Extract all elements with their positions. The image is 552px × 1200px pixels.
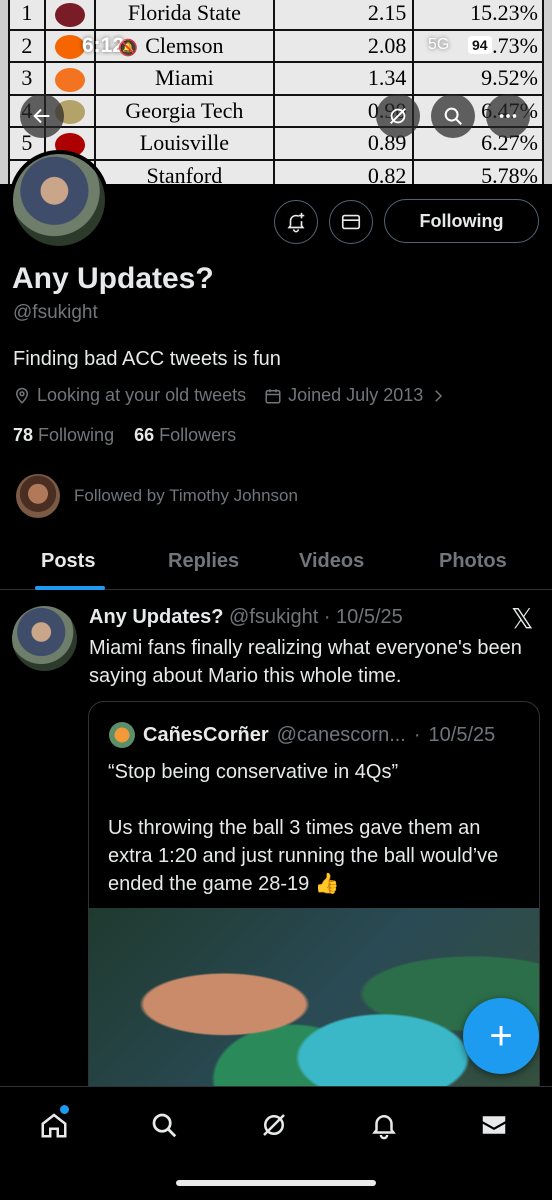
logo-cell bbox=[43, 0, 96, 31]
rank-cell: 3 bbox=[8, 61, 46, 96]
home-icon bbox=[41, 1113, 67, 1138]
nav-messages[interactable] bbox=[474, 1105, 514, 1145]
dot-separator: · bbox=[318, 606, 337, 628]
followers-label: Followers bbox=[159, 425, 237, 445]
quote-text: “Stop being conservative in 4Qs” Us thro… bbox=[108, 761, 499, 895]
nav-search[interactable] bbox=[144, 1105, 184, 1145]
followers-link[interactable]: 66 Followers bbox=[134, 425, 236, 445]
following-count: 78 bbox=[13, 425, 34, 445]
profile-stats: 78 Following 66 Followers bbox=[13, 425, 236, 446]
more-dots-icon bbox=[499, 114, 517, 118]
home-notification-dot bbox=[60, 1105, 69, 1114]
tab-posts[interactable]: Posts bbox=[41, 550, 95, 573]
network-indicator: 5G bbox=[428, 36, 450, 53]
tab-replies[interactable]: Replies bbox=[168, 550, 239, 573]
bell-plus-icon bbox=[287, 212, 305, 233]
tab-videos[interactable]: Videos bbox=[299, 550, 364, 573]
profile-tabs: Posts Replies Videos Photos bbox=[0, 538, 552, 590]
x-logo-icon: 𝕏 bbox=[511, 603, 534, 634]
search-icon bbox=[152, 1113, 177, 1138]
search-icon bbox=[444, 107, 462, 125]
quote-header: CañesCorñer @canescorn... · 10/5/25 bbox=[109, 722, 495, 748]
chevron-right-icon[interactable] bbox=[429, 387, 447, 405]
profile-meta: Looking at your old tweets Joined July 2… bbox=[13, 385, 447, 406]
follower-avatar bbox=[16, 474, 60, 518]
profile-name: Any Updates? bbox=[12, 262, 214, 295]
calendar-icon bbox=[265, 388, 281, 403]
profile-joined: Joined July 2013 bbox=[288, 385, 424, 405]
school-cell: Louisville bbox=[93, 126, 276, 161]
ranking-table: 1 Florida State 2.15 15.23% 2 Clemson 2.08 14.7… bbox=[8, 0, 544, 184]
post-author-name[interactable]: Any Updates? bbox=[89, 606, 223, 628]
message-button[interactable] bbox=[329, 200, 373, 244]
following-label: Following bbox=[38, 425, 115, 445]
following-link[interactable]: 78 Following bbox=[13, 425, 114, 445]
rank-cell: 1 bbox=[8, 0, 46, 31]
fsu-seminole-logo bbox=[54, 2, 85, 27]
back-button[interactable] bbox=[20, 94, 64, 138]
percent-cell: 6.27% bbox=[412, 126, 544, 161]
status-bar: 6:12 🔕 5G 94 bbox=[0, 30, 552, 64]
school-cell: Florida State bbox=[93, 0, 276, 31]
envelope-icon bbox=[482, 1116, 506, 1134]
percent-cell: 5.78% bbox=[412, 158, 544, 184]
value-cell: 2.15 bbox=[273, 0, 415, 31]
battery-indicator: 94 bbox=[468, 36, 492, 54]
following-button[interactable]: Following bbox=[384, 199, 539, 243]
profile-handle: @fsukight bbox=[13, 302, 98, 323]
grok-icon bbox=[263, 1114, 285, 1136]
grok-icon bbox=[390, 108, 406, 124]
active-tab-indicator bbox=[35, 586, 105, 590]
post-date[interactable]: 10/5/25 bbox=[336, 606, 403, 628]
location-pin-icon bbox=[15, 387, 29, 404]
table-row: 1 Florida State 2.15 15.23% bbox=[8, 0, 544, 31]
more-button[interactable] bbox=[486, 94, 530, 138]
muted-bell-icon: 🔕 bbox=[118, 40, 138, 57]
school-cell: Georgia Tech bbox=[93, 93, 276, 128]
nav-grok[interactable] bbox=[254, 1105, 294, 1145]
followed-by[interactable]: Followed by Timothy Johnson bbox=[16, 474, 298, 518]
followed-by-text: Followed by Timothy Johnson bbox=[74, 486, 298, 505]
post-text: Miami fans finally realizing what everyo… bbox=[89, 637, 522, 687]
value-cell: 1.34 bbox=[273, 61, 415, 96]
profile-avatar[interactable] bbox=[9, 150, 109, 250]
percent-cell: 9.52% bbox=[412, 61, 544, 96]
table-row: 3 Miami 1.34 9.52% bbox=[8, 61, 544, 96]
nav-notifications[interactable] bbox=[364, 1105, 404, 1145]
quote-author-handle: @canescorn... bbox=[276, 723, 406, 746]
envelope-icon bbox=[341, 214, 361, 230]
back-arrow-icon bbox=[33, 108, 50, 124]
dot-separator: · bbox=[413, 723, 421, 746]
post-header: Any Updates? @fsukight · 10/5/25 bbox=[89, 606, 403, 629]
bell-icon bbox=[372, 1115, 396, 1140]
compose-button[interactable]: + bbox=[463, 998, 539, 1074]
quote-date: 10/5/25 bbox=[428, 723, 496, 746]
grok-button[interactable] bbox=[376, 94, 420, 138]
profile-bio: Finding bad ACC tweets is fun bbox=[13, 348, 281, 370]
search-button[interactable] bbox=[431, 94, 475, 138]
followers-count: 66 bbox=[134, 425, 155, 445]
home-indicator[interactable] bbox=[176, 1180, 376, 1186]
quote-author-name: CañesCorñer bbox=[143, 723, 269, 746]
profile-location: Looking at your old tweets bbox=[37, 385, 247, 405]
miami-u-logo bbox=[54, 67, 85, 92]
school-cell: Miami bbox=[93, 61, 276, 96]
tab-photos[interactable]: Photos bbox=[439, 550, 507, 573]
school-cell: Stanford bbox=[93, 158, 276, 184]
value-cell: 0.82 bbox=[273, 158, 415, 184]
quote-author-avatar bbox=[109, 722, 135, 748]
logo-cell bbox=[43, 61, 96, 96]
post-author-handle: @fsukight bbox=[229, 606, 319, 628]
notify-button[interactable] bbox=[274, 200, 318, 244]
percent-cell: 15.23% bbox=[412, 0, 544, 31]
post-author-avatar[interactable] bbox=[12, 606, 77, 671]
